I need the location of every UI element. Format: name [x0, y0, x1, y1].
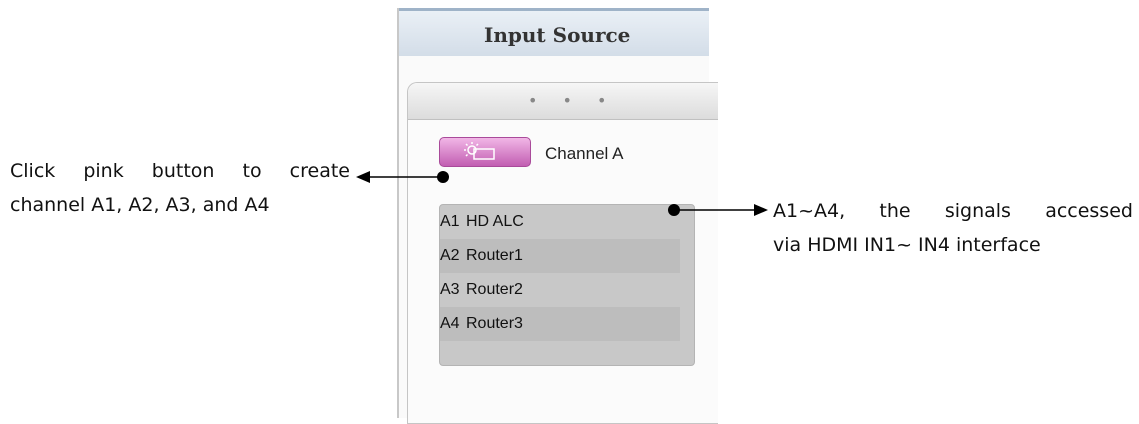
left-arrow — [356, 171, 449, 183]
annotation-arrows — [356, 171, 768, 216]
right-arrow — [668, 204, 768, 216]
